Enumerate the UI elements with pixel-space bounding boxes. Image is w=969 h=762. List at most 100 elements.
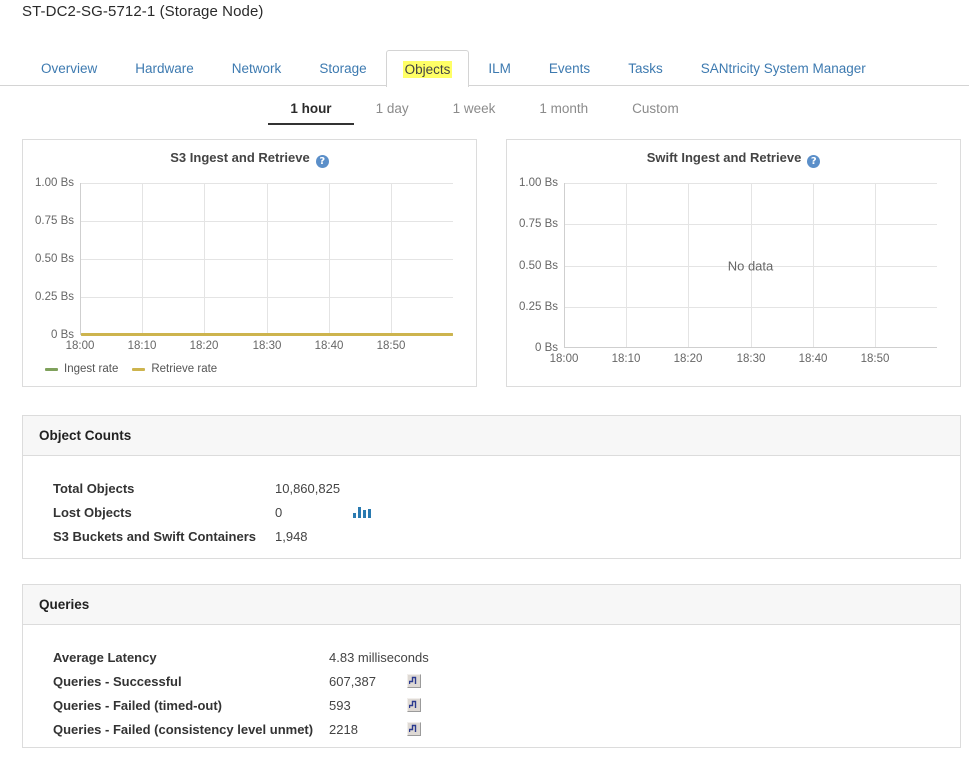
object-counts-title: Object Counts <box>23 416 960 456</box>
y-axis-tick-label: 0.25 Bs <box>519 301 558 313</box>
s3-ingest-retrieve-panel: S3 Ingest and Retrieve? 0 Bs 0.25 Bs 0.50 … <box>22 139 477 387</box>
metric-label: Total Objects <box>53 480 135 496</box>
y-axis-tick-label: 1.00 Bs <box>519 177 558 189</box>
legend-swatch <box>132 367 146 371</box>
legend-label: Retrieve rate <box>151 363 218 375</box>
page-title: ST-DC2-SG-5712-1 (Storage Node) <box>22 3 264 20</box>
bar-chart-icon[interactable] <box>353 506 371 518</box>
tab-label: Overview <box>41 61 98 76</box>
tab-network[interactable]: Network <box>213 50 301 86</box>
tab-objects[interactable]: Objects <box>385 50 470 87</box>
tab-overview[interactable]: Overview <box>22 50 116 86</box>
tab-ilm[interactable]: ILM <box>469 50 530 86</box>
x-axis-tick-label: 18:30 <box>252 340 282 352</box>
tab-hardware[interactable]: Hardware <box>116 50 213 86</box>
metric-row: Queries - Failed (consistency level unme… <box>53 717 960 741</box>
gridline-vertical <box>204 183 205 335</box>
gridline-vertical <box>267 183 268 335</box>
time-range-1-hour[interactable]: 1 hour <box>268 97 354 125</box>
metric-label: Queries - Failed (consistency level unme… <box>53 721 314 737</box>
time-range-1-day[interactable]: 1 day <box>354 97 431 125</box>
node-tabbar: Overview Hardware Network Storage Objects ILM… <box>0 50 969 87</box>
x-axis-tick-label: 18:20 <box>673 353 703 365</box>
tab-label: Objects <box>402 60 453 78</box>
time-range-1-week[interactable]: 1 week <box>431 97 518 125</box>
tab-label: Storage <box>319 61 367 76</box>
gridline-vertical <box>875 183 876 348</box>
legend-swatch <box>45 367 58 371</box>
x-axis-tick-label: 18:00 <box>65 340 95 352</box>
swift-plot-area: 0 Bs 0.25 Bs 0.50 Bs 0.75 Bs 1.00 Bs 18:00 18:… <box>519 177 937 365</box>
legend-item-retrieve-rate[interactable]: Retrieve rate <box>132 363 217 375</box>
metric-row: Average Latency 4.83 milliseconds <box>53 645 960 669</box>
metric-row: Queries - Successful 607,387 <box>53 669 960 693</box>
gridline-vertical <box>391 183 392 335</box>
s3-chart-legend: Ingest rate Retrieve rate <box>45 363 217 375</box>
s3-plot-area: 0 Bs 0.25 Bs 0.50 Bs 0.75 Bs 1.00 Bs 18:00 18:… <box>35 177 453 352</box>
tab-label: ILM <box>488 61 511 76</box>
y-axis-tick-label: 0.25 Bs <box>35 291 74 303</box>
gridline-vertical <box>142 183 143 335</box>
metric-row: Total Objects 10,860,825 <box>53 476 960 500</box>
object-counts-list: Total Objects 10,860,825 Lost Objects 0 S3 B… <box>23 456 960 548</box>
metric-value: 607,387 <box>329 673 376 689</box>
s3-chart-title-text: S3 Ingest and Retrieve <box>170 150 310 165</box>
object-counts-panel: Object Counts Total Objects 10,860,825 Los… <box>22 415 961 559</box>
metric-label: Average Latency <box>53 649 157 665</box>
metric-label: Queries - Failed (timed-out) <box>53 697 223 713</box>
metric-row: Lost Objects 0 <box>53 500 960 524</box>
node-objects-page: ST-DC2-SG-5712-1 (Storage Node) Overview… <box>0 0 969 762</box>
tab-storage[interactable]: Storage <box>300 50 385 86</box>
metric-value: 4.83 milliseconds <box>329 649 429 665</box>
help-icon[interactable]: ? <box>807 155 821 168</box>
x-axis-tick-label: 18:00 <box>549 353 579 365</box>
swift-ingest-retrieve-panel: Swift Ingest and Retrieve? 0 Bs 0.25 Bs 0.… <box>506 139 961 387</box>
gridline-vertical <box>813 183 814 348</box>
queries-title: Queries <box>23 585 960 625</box>
time-range-custom[interactable]: Custom <box>610 97 701 125</box>
metric-value: 1,948 <box>275 528 308 544</box>
x-axis-tick-label: 18:20 <box>189 340 219 352</box>
metric-value: 10,860,825 <box>275 480 341 496</box>
metric-row: S3 Buckets and Swift Containers 1,948 <box>53 524 960 548</box>
swift-chart-title-text: Swift Ingest and Retrieve <box>646 150 802 165</box>
swift-chart-title: Swift Ingest and Retrieve? <box>507 150 960 168</box>
queries-panel: Queries Average Latency 4.83 milliseconds… <box>22 584 961 748</box>
metric-label: Lost Objects <box>53 504 132 520</box>
metric-value: 0 <box>275 504 283 520</box>
y-axis-tick-label: 0.75 Bs <box>519 218 558 230</box>
tab-santricity-system-manager[interactable]: SANtricity System Manager <box>682 50 885 86</box>
metric-value: 593 <box>329 697 351 713</box>
gridline-vertical <box>626 183 627 348</box>
y-axis-tick-label: 1.00 Bs <box>35 177 74 189</box>
metric-label: S3 Buckets and Swift Containers <box>53 528 256 544</box>
metric-row: Queries - Failed (timed-out) 593 <box>53 693 960 717</box>
x-axis-tick-label: 18:50 <box>376 340 406 352</box>
y-axis-line <box>564 183 565 348</box>
tab-label: Hardware <box>135 61 194 76</box>
metric-label: Queries - Successful <box>53 673 182 689</box>
tab-tasks[interactable]: Tasks <box>609 50 682 86</box>
x-axis-tick-label: 18:10 <box>127 340 157 352</box>
no-data-message: No data <box>727 258 774 273</box>
x-axis-line <box>564 347 937 348</box>
tab-label: Tasks <box>628 61 663 76</box>
y-axis-tick-label: 0.50 Bs <box>35 253 74 265</box>
tab-events[interactable]: Events <box>530 50 609 86</box>
legend-label: Ingest rate <box>64 363 119 375</box>
tab-label: Events <box>548 61 591 76</box>
x-axis-tick-label: 18:10 <box>611 353 641 365</box>
metric-value: 2218 <box>329 721 358 737</box>
y-axis-tick-label: 0.50 Bs <box>519 260 558 272</box>
x-axis-tick-label: 18:40 <box>314 340 344 352</box>
y-axis-line <box>80 183 81 335</box>
legend-item-ingest-rate[interactable]: Ingest rate <box>45 363 118 375</box>
step-chart-icon[interactable] <box>407 698 421 712</box>
step-chart-icon[interactable] <box>407 722 421 736</box>
tab-label: Network <box>231 61 282 76</box>
gridline-vertical <box>329 183 330 335</box>
help-icon[interactable]: ? <box>315 155 329 168</box>
time-range-selector: 1 hour 1 day 1 week 1 month Custom <box>0 97 969 125</box>
step-chart-icon[interactable] <box>407 674 421 688</box>
time-range-1-month[interactable]: 1 month <box>517 97 610 125</box>
